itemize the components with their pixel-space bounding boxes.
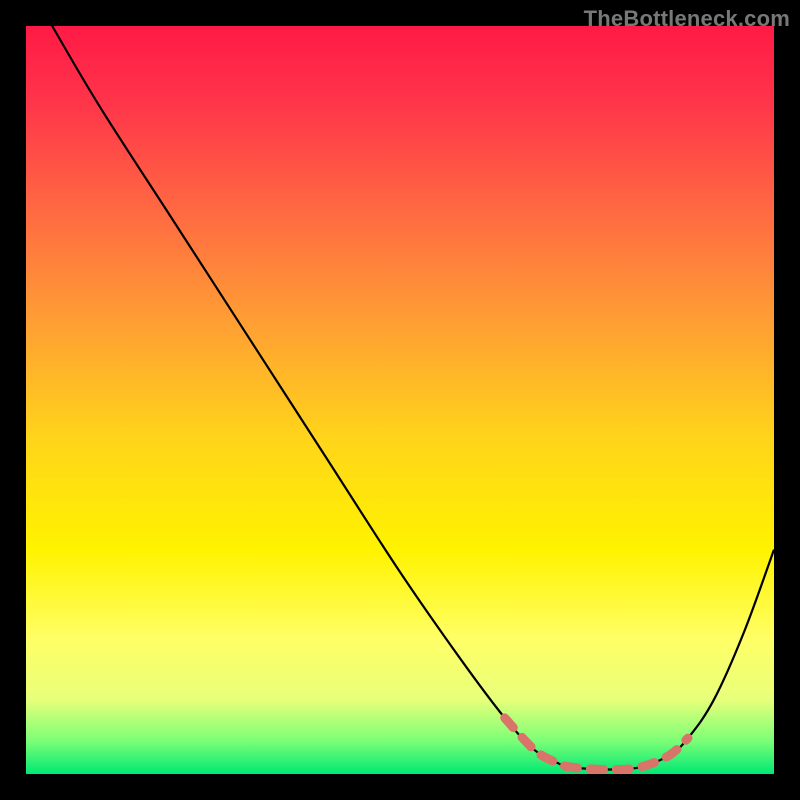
chart-container: TheBottleneck.com: [0, 0, 800, 800]
chart-svg: [26, 26, 774, 774]
plot-area: [26, 26, 774, 774]
chart-background: [26, 26, 774, 774]
